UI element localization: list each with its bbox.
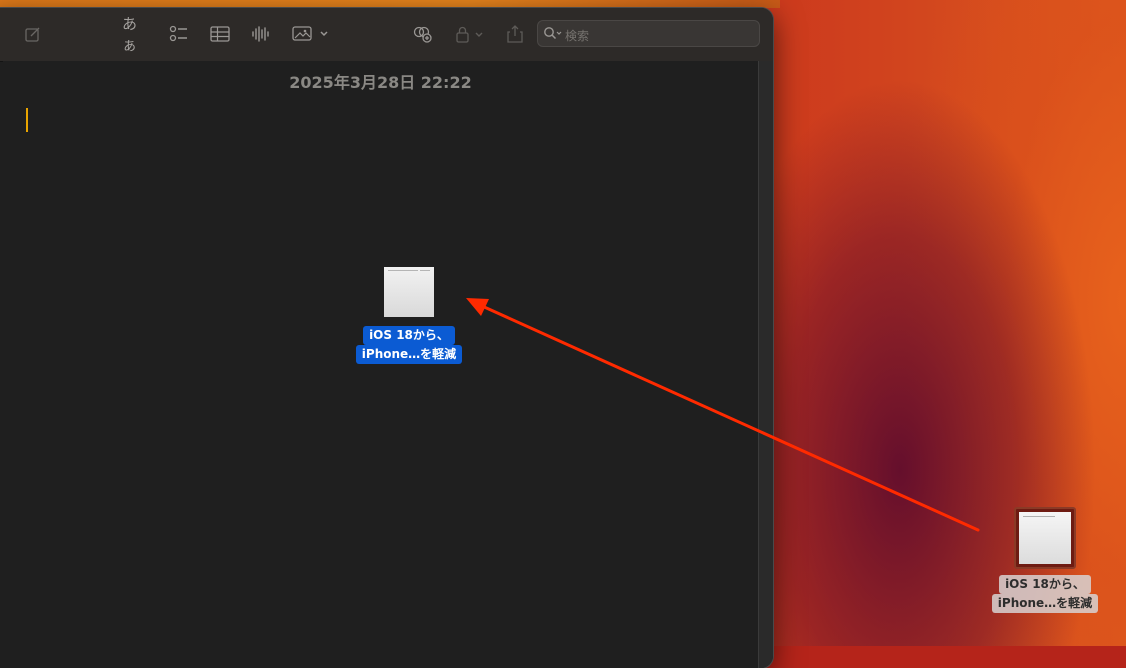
text-cursor [26,108,28,132]
media-menu-button[interactable] [292,21,332,47]
desktop-file-label-line2: iPhone…を軽減 [991,594,1099,613]
audio-waveform-icon[interactable] [250,21,270,47]
dragged-file-label-line1: iOS 18から、 [363,326,455,345]
format-button[interactable]: あぁ [122,15,150,54]
desktop-file-thumbnail [1014,507,1076,569]
dragged-file[interactable]: iOS 18から、 iPhone…を軽減 [355,267,463,364]
search-field[interactable]: 検索 [537,20,760,47]
search-placeholder: 検索 [565,29,590,43]
dragged-file-label-line2: iPhone…を軽減 [355,345,463,364]
note-date: 2025年3月28日 22:22 [289,73,472,92]
format-label: あぁ [122,15,138,54]
collaborate-link-icon[interactable] [412,21,434,47]
menu-bar-edge [0,0,780,8]
note-editor[interactable] [3,61,758,668]
compose-icon[interactable] [23,21,43,47]
lock-menu-button[interactable] [454,21,486,47]
file-thumbnail [384,267,434,317]
dragged-file-label: iOS 18から、 iPhone…を軽減 [355,326,463,364]
desktop-file[interactable]: iOS 18から、 iPhone…を軽減 [990,507,1100,613]
scrollbar[interactable] [758,61,773,668]
notes-toolbar: あぁ 検索 [0,8,773,62]
desktop-file-label-line1: iOS 18から、 [999,575,1091,594]
notes-window: あぁ 検索 2025年3月28日 22:22 iOS 18から、 iPhone…… [0,8,773,668]
checklist-icon[interactable] [168,21,190,47]
desktop-file-label: iOS 18から、 iPhone…を軽減 [991,575,1099,613]
share-icon[interactable] [505,21,525,47]
table-icon[interactable] [209,21,231,47]
search-icon [543,26,563,46]
